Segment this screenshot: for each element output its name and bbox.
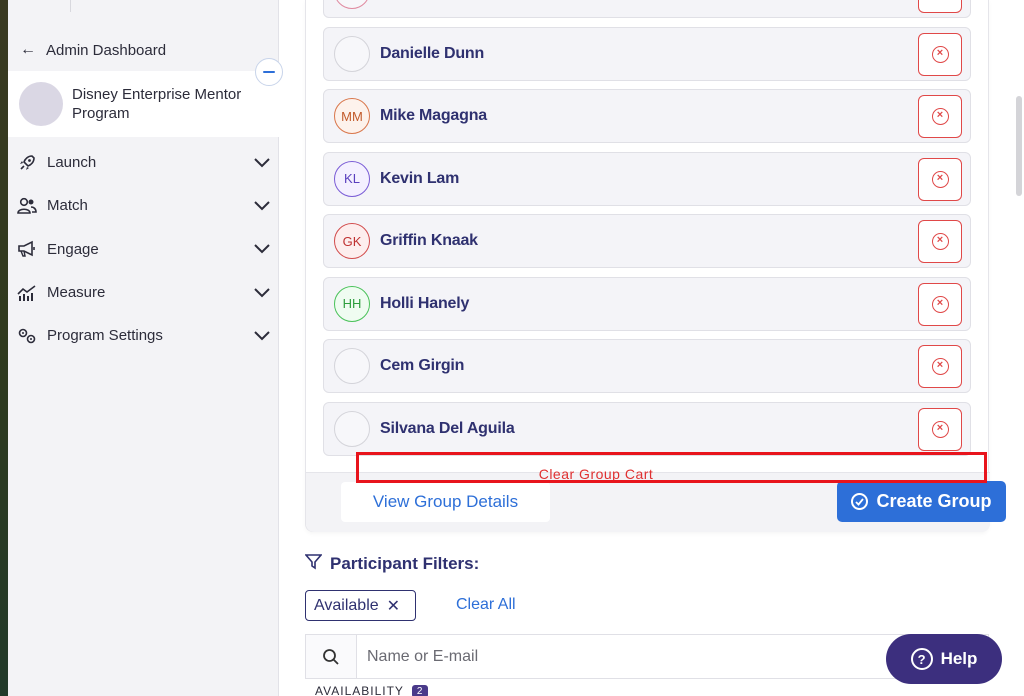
- sidebar-item-program-settings[interactable]: Program Settings: [8, 314, 279, 357]
- admin-dashboard-label: Admin Dashboard: [46, 41, 167, 59]
- participant-name: Silvana Del Aguila: [380, 419, 515, 437]
- avatar: [334, 35, 370, 72]
- availability-count-badge: 2: [411, 684, 429, 696]
- close-circle-icon: ×: [931, 170, 949, 188]
- program-name: Disney Enterprise Mentor Program: [72, 86, 242, 122]
- chip-label: Available: [314, 596, 379, 614]
- remove-participant-button[interactable]: ×: [918, 0, 962, 13]
- participant-card: GK Griffin Knaak ×: [323, 214, 971, 268]
- chart-icon: [17, 283, 37, 303]
- scrollbar[interactable]: [1016, 96, 1022, 196]
- participant-card: ×: [323, 0, 971, 18]
- megaphone-icon: [17, 239, 37, 259]
- avatar: [334, 410, 370, 447]
- filter-chip-available[interactable]: Available ✕: [305, 590, 416, 621]
- clear-group-cart-button[interactable]: Clear Group Cart: [457, 466, 735, 484]
- program-header: Disney Enterprise Mentor Program: [8, 71, 279, 137]
- create-group-button[interactable]: Create Group: [837, 481, 1006, 522]
- remove-participant-button[interactable]: ×: [918, 282, 962, 326]
- avatar: MM: [334, 98, 370, 134]
- remove-participant-button[interactable]: ×: [918, 32, 962, 76]
- participant-name: Danielle Dunn: [380, 44, 485, 62]
- close-icon[interactable]: ✕: [387, 596, 400, 616]
- help-label: Help: [940, 649, 978, 668]
- participant-name: Cem Girgin: [380, 357, 465, 374]
- participant-card: Cem Girgin ×: [323, 339, 971, 393]
- remove-participant-button[interactable]: ×: [918, 345, 962, 388]
- participant-name: Mike Magagna: [380, 107, 487, 124]
- filter-icon: [304, 553, 323, 575]
- view-group-details-button[interactable]: View Group Details: [341, 482, 550, 522]
- main-content: × Danielle Dunn × MM Mike Magagna × KL K…: [280, 0, 1024, 696]
- question-icon: ?: [910, 648, 933, 670]
- close-circle-icon: ×: [931, 108, 949, 125]
- gears-icon: [17, 326, 37, 346]
- participant-card: Danielle Dunn ×: [323, 26, 971, 81]
- participant-name: Griffin Knaak: [380, 232, 478, 249]
- divider: [70, 0, 71, 12]
- sidebar-item-label: Program Settings: [47, 327, 163, 345]
- sidebar-item-measure[interactable]: Measure: [8, 271, 279, 314]
- close-circle-icon: ×: [931, 358, 949, 375]
- sidebar: ← Admin Dashboard Disney Enterprise Ment…: [8, 0, 279, 696]
- sidebar-collapse-button[interactable]: [255, 58, 283, 86]
- close-circle-icon: ×: [931, 45, 949, 63]
- remove-participant-button[interactable]: ×: [918, 407, 962, 451]
- participant-filters-heading: Participant Filters:: [304, 553, 480, 575]
- rocket-icon: [17, 153, 37, 173]
- sidebar-item-label: Measure: [47, 284, 106, 302]
- search-icon: [306, 635, 357, 678]
- help-button[interactable]: ? Help: [886, 634, 1002, 684]
- participant-list: × Danielle Dunn × MM Mike Magagna × KL K…: [323, 0, 971, 464]
- participant-card: KL Kevin Lam ×: [323, 151, 971, 206]
- minus-icon: [263, 71, 275, 73]
- avatar: GK: [334, 223, 370, 259]
- sidebar-item-label: Engage: [47, 240, 99, 258]
- avatar: [334, 348, 370, 384]
- create-group-label: Create Group: [876, 491, 992, 511]
- avatar: [334, 0, 370, 9]
- availability-filter-header[interactable]: AVAILABILITY 2: [315, 684, 429, 696]
- sidebar-nav: Launch Match Engage Measure Program Sett…: [8, 141, 279, 357]
- participant-name: Kevin Lam: [380, 169, 460, 187]
- chevron-down-icon[interactable]: [253, 327, 271, 345]
- sidebar-item-launch[interactable]: Launch: [8, 141, 279, 184]
- users-icon: [17, 196, 37, 216]
- admin-dashboard-link[interactable]: ← Admin Dashboard: [20, 40, 166, 60]
- participant-name: Holli Hanely: [380, 294, 470, 312]
- participant-card: Silvana Del Aguila ×: [323, 401, 971, 456]
- arrow-left-icon: ←: [20, 41, 36, 58]
- chevron-down-icon[interactable]: [253, 240, 271, 258]
- remove-participant-button[interactable]: ×: [918, 157, 962, 201]
- group-cart-panel: × Danielle Dunn × MM Mike Magagna × KL K…: [305, 0, 1006, 532]
- close-circle-icon: ×: [931, 295, 949, 313]
- participant-card: HH Holli Hanely ×: [323, 276, 971, 331]
- chevron-down-icon[interactable]: [253, 197, 271, 215]
- clear-all-link[interactable]: Clear All: [456, 596, 516, 614]
- sidebar-item-label: Match: [47, 197, 88, 215]
- window-edge: [0, 0, 8, 696]
- availability-label: AVAILABILITY: [315, 684, 404, 696]
- remove-participant-button[interactable]: ×: [918, 95, 962, 138]
- close-circle-icon: ×: [931, 420, 949, 438]
- sidebar-item-match[interactable]: Match: [8, 184, 279, 227]
- program-avatar: [19, 82, 63, 126]
- avatar: HH: [334, 285, 370, 322]
- close-circle-icon: ×: [931, 233, 949, 250]
- participant-card: MM Mike Magagna ×: [323, 89, 971, 143]
- avatar: KL: [334, 160, 370, 197]
- filters-title: Participant Filters:: [330, 554, 480, 573]
- sidebar-item-engage[interactable]: Engage: [8, 228, 279, 271]
- chevron-down-icon[interactable]: [253, 154, 271, 172]
- remove-participant-button[interactable]: ×: [918, 220, 962, 263]
- check-circle-icon: [851, 493, 869, 510]
- sidebar-item-label: Launch: [47, 154, 97, 172]
- chevron-down-icon[interactable]: [253, 284, 271, 302]
